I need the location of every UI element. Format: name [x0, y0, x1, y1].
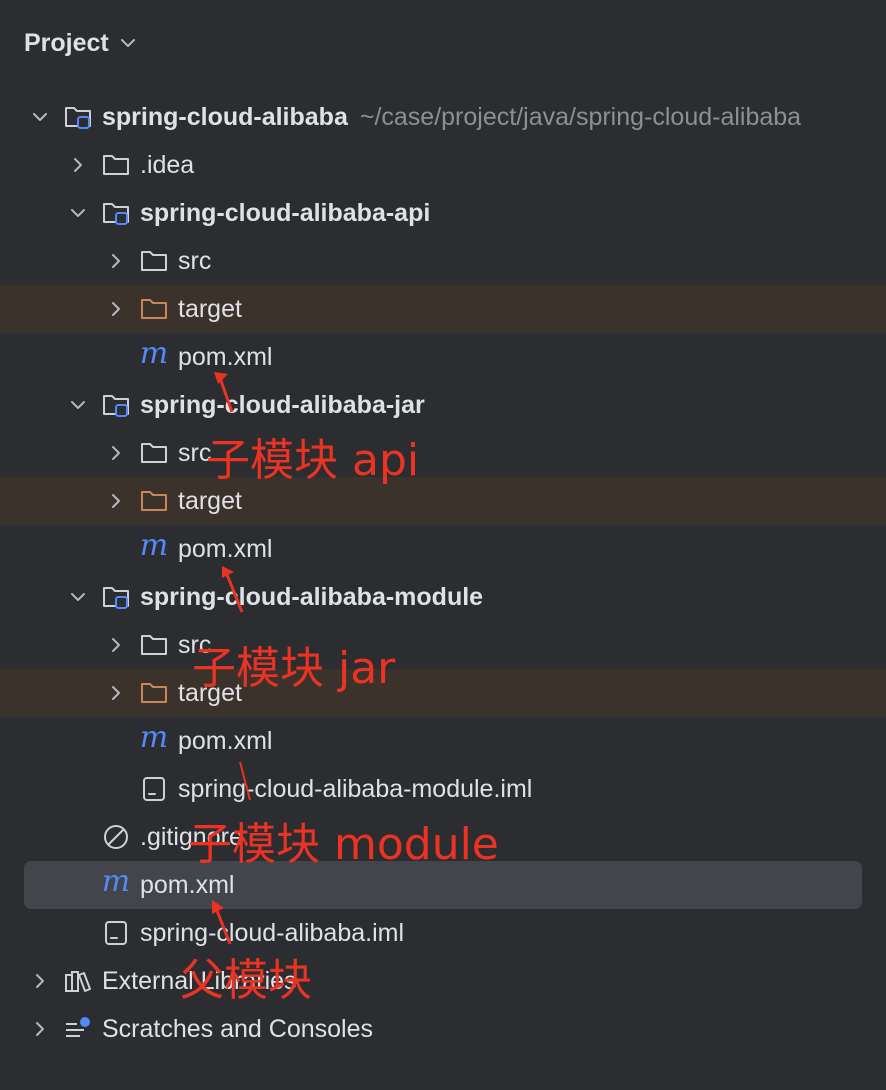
annotation-submodule-api: 子模块 api: [206, 435, 420, 486]
tree-label: spring-cloud-alibaba: [102, 102, 348, 131]
tree-node-jar-pom[interactable]: m pom.xml: [0, 525, 886, 573]
chevron-down-icon[interactable]: [64, 391, 92, 419]
module-folder-icon: [102, 583, 130, 611]
tree-node-external-libraries[interactable]: External Libraries: [0, 957, 886, 1005]
iml-file-icon: [102, 919, 130, 947]
folder-icon: [102, 151, 130, 179]
tree-label: src: [178, 246, 212, 275]
tree-node-module-iml[interactable]: spring-cloud-alibaba-module.iml: [0, 765, 886, 813]
tree-node-root-module[interactable]: spring-cloud-alibaba ~/case/project/java…: [0, 93, 886, 141]
tree-label: Scratches and Consoles: [102, 1014, 373, 1043]
maven-icon: m: [139, 528, 169, 563]
chevron-down-icon[interactable]: [64, 199, 92, 227]
tree-label: target: [178, 486, 242, 515]
chevron-right-icon[interactable]: [102, 247, 130, 275]
iml-file-icon: [140, 775, 168, 803]
chevron-right-icon[interactable]: [102, 295, 130, 323]
tree-node-jar-src[interactable]: src: [0, 429, 886, 477]
chevron-right-icon[interactable]: [102, 679, 130, 707]
annotation-submodule-jar: 子模块 jar: [192, 643, 396, 694]
tree-label: pom.xml: [178, 342, 273, 371]
chevron-right-icon[interactable]: [102, 487, 130, 515]
module-path: ~/case/project/java/spring-cloud-alibaba: [359, 102, 802, 131]
folder-icon: [140, 439, 168, 467]
folder-icon: [140, 247, 168, 275]
tree-node-module-module[interactable]: spring-cloud-alibaba-module: [0, 573, 886, 621]
library-icon: [64, 967, 92, 995]
tree-node-module-target[interactable]: target: [0, 669, 886, 717]
tree-label: spring-cloud-alibaba-module: [140, 582, 484, 611]
scratches-icon: [64, 1015, 92, 1043]
annotation-submodule-module: 子模块 module: [188, 819, 499, 870]
tree-node-module-pom[interactable]: m pom.xml: [0, 717, 886, 765]
tree-node-scratches[interactable]: Scratches and Consoles: [0, 1005, 886, 1053]
excluded-folder-icon: [140, 295, 168, 323]
chevron-right-icon[interactable]: [64, 151, 92, 179]
tree-label: pom.xml: [178, 534, 273, 563]
project-tree: spring-cloud-alibaba ~/case/project/java…: [0, 93, 886, 1053]
tree-label: pom.xml: [140, 870, 235, 899]
tree-node-api-target[interactable]: target: [0, 285, 886, 333]
maven-icon: m: [139, 720, 169, 755]
chevron-down-icon[interactable]: [64, 583, 92, 611]
tree-node-jar-module[interactable]: spring-cloud-alibaba-jar: [0, 381, 886, 429]
tree-node-api-module[interactable]: spring-cloud-alibaba-api: [0, 189, 886, 237]
tree-label: .idea: [140, 150, 195, 179]
tree-node-idea-folder[interactable]: .idea: [0, 141, 886, 189]
tree-node-root-iml[interactable]: spring-cloud-alibaba.iml: [0, 909, 886, 957]
tree-node-module-src[interactable]: src: [0, 621, 886, 669]
chevron-right-icon[interactable]: [102, 439, 130, 467]
tree-label: target: [178, 294, 242, 323]
tree-label: spring-cloud-alibaba-jar: [140, 390, 425, 419]
module-folder-icon: [102, 391, 130, 419]
excluded-folder-icon: [140, 679, 168, 707]
annotation-parent-module: 父模块: [180, 955, 312, 1006]
folder-icon: [140, 631, 168, 659]
module-folder-icon: [102, 199, 130, 227]
tree-label: spring-cloud-alibaba-api: [140, 198, 431, 227]
project-view-header[interactable]: Project: [24, 26, 137, 60]
chevron-right-icon[interactable]: [26, 1015, 54, 1043]
chevron-down-icon: [120, 39, 135, 47]
maven-icon: m: [139, 336, 169, 371]
tree-node-api-pom[interactable]: m pom.xml: [0, 333, 886, 381]
tree-node-jar-target[interactable]: target: [0, 477, 886, 525]
project-view-title: Project: [24, 28, 109, 57]
tree-label: spring-cloud-alibaba-module.iml: [178, 774, 533, 803]
tree-label: pom.xml: [178, 726, 273, 755]
chevron-down-icon[interactable]: [26, 103, 54, 131]
maven-icon: m: [101, 864, 131, 899]
chevron-right-icon[interactable]: [26, 967, 54, 995]
tree-node-api-src[interactable]: src: [0, 237, 886, 285]
ignore-file-icon: [102, 823, 130, 851]
module-folder-icon: [64, 103, 92, 131]
excluded-folder-icon: [140, 487, 168, 515]
chevron-right-icon[interactable]: [102, 631, 130, 659]
